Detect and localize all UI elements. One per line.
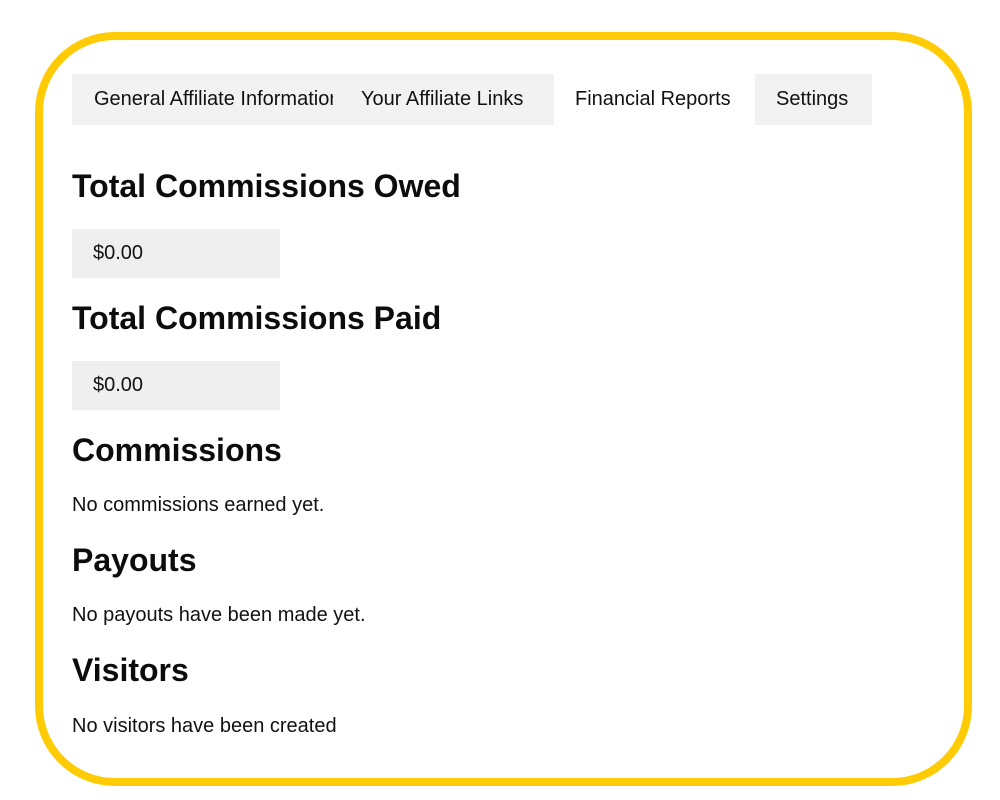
payouts-empty-message: No payouts have been made yet. xyxy=(72,604,366,626)
tab-settings[interactable]: Settings xyxy=(755,74,872,125)
total-commissions-paid-value: $0.00 xyxy=(72,361,280,410)
tab-your-affiliate-links[interactable]: Your Affiliate Links xyxy=(333,74,554,125)
visitors-heading: Visitors xyxy=(72,652,189,688)
commissions-empty-message: No commissions earned yet. xyxy=(72,494,325,516)
tab-bar: General Affiliate Information Your Affil… xyxy=(72,74,872,125)
commissions-heading: Commissions xyxy=(72,432,282,468)
payouts-heading: Payouts xyxy=(72,542,197,578)
tab-general-affiliate-information[interactable]: General Affiliate Information xyxy=(72,74,340,125)
visitors-empty-message: No visitors have been created xyxy=(72,715,337,737)
total-commissions-owed-heading: Total Commissions Owed xyxy=(72,168,461,204)
total-commissions-owed-value: $0.00 xyxy=(72,229,280,278)
tab-financial-reports[interactable]: Financial Reports xyxy=(554,74,755,125)
total-commissions-paid-heading: Total Commissions Paid xyxy=(72,300,442,336)
